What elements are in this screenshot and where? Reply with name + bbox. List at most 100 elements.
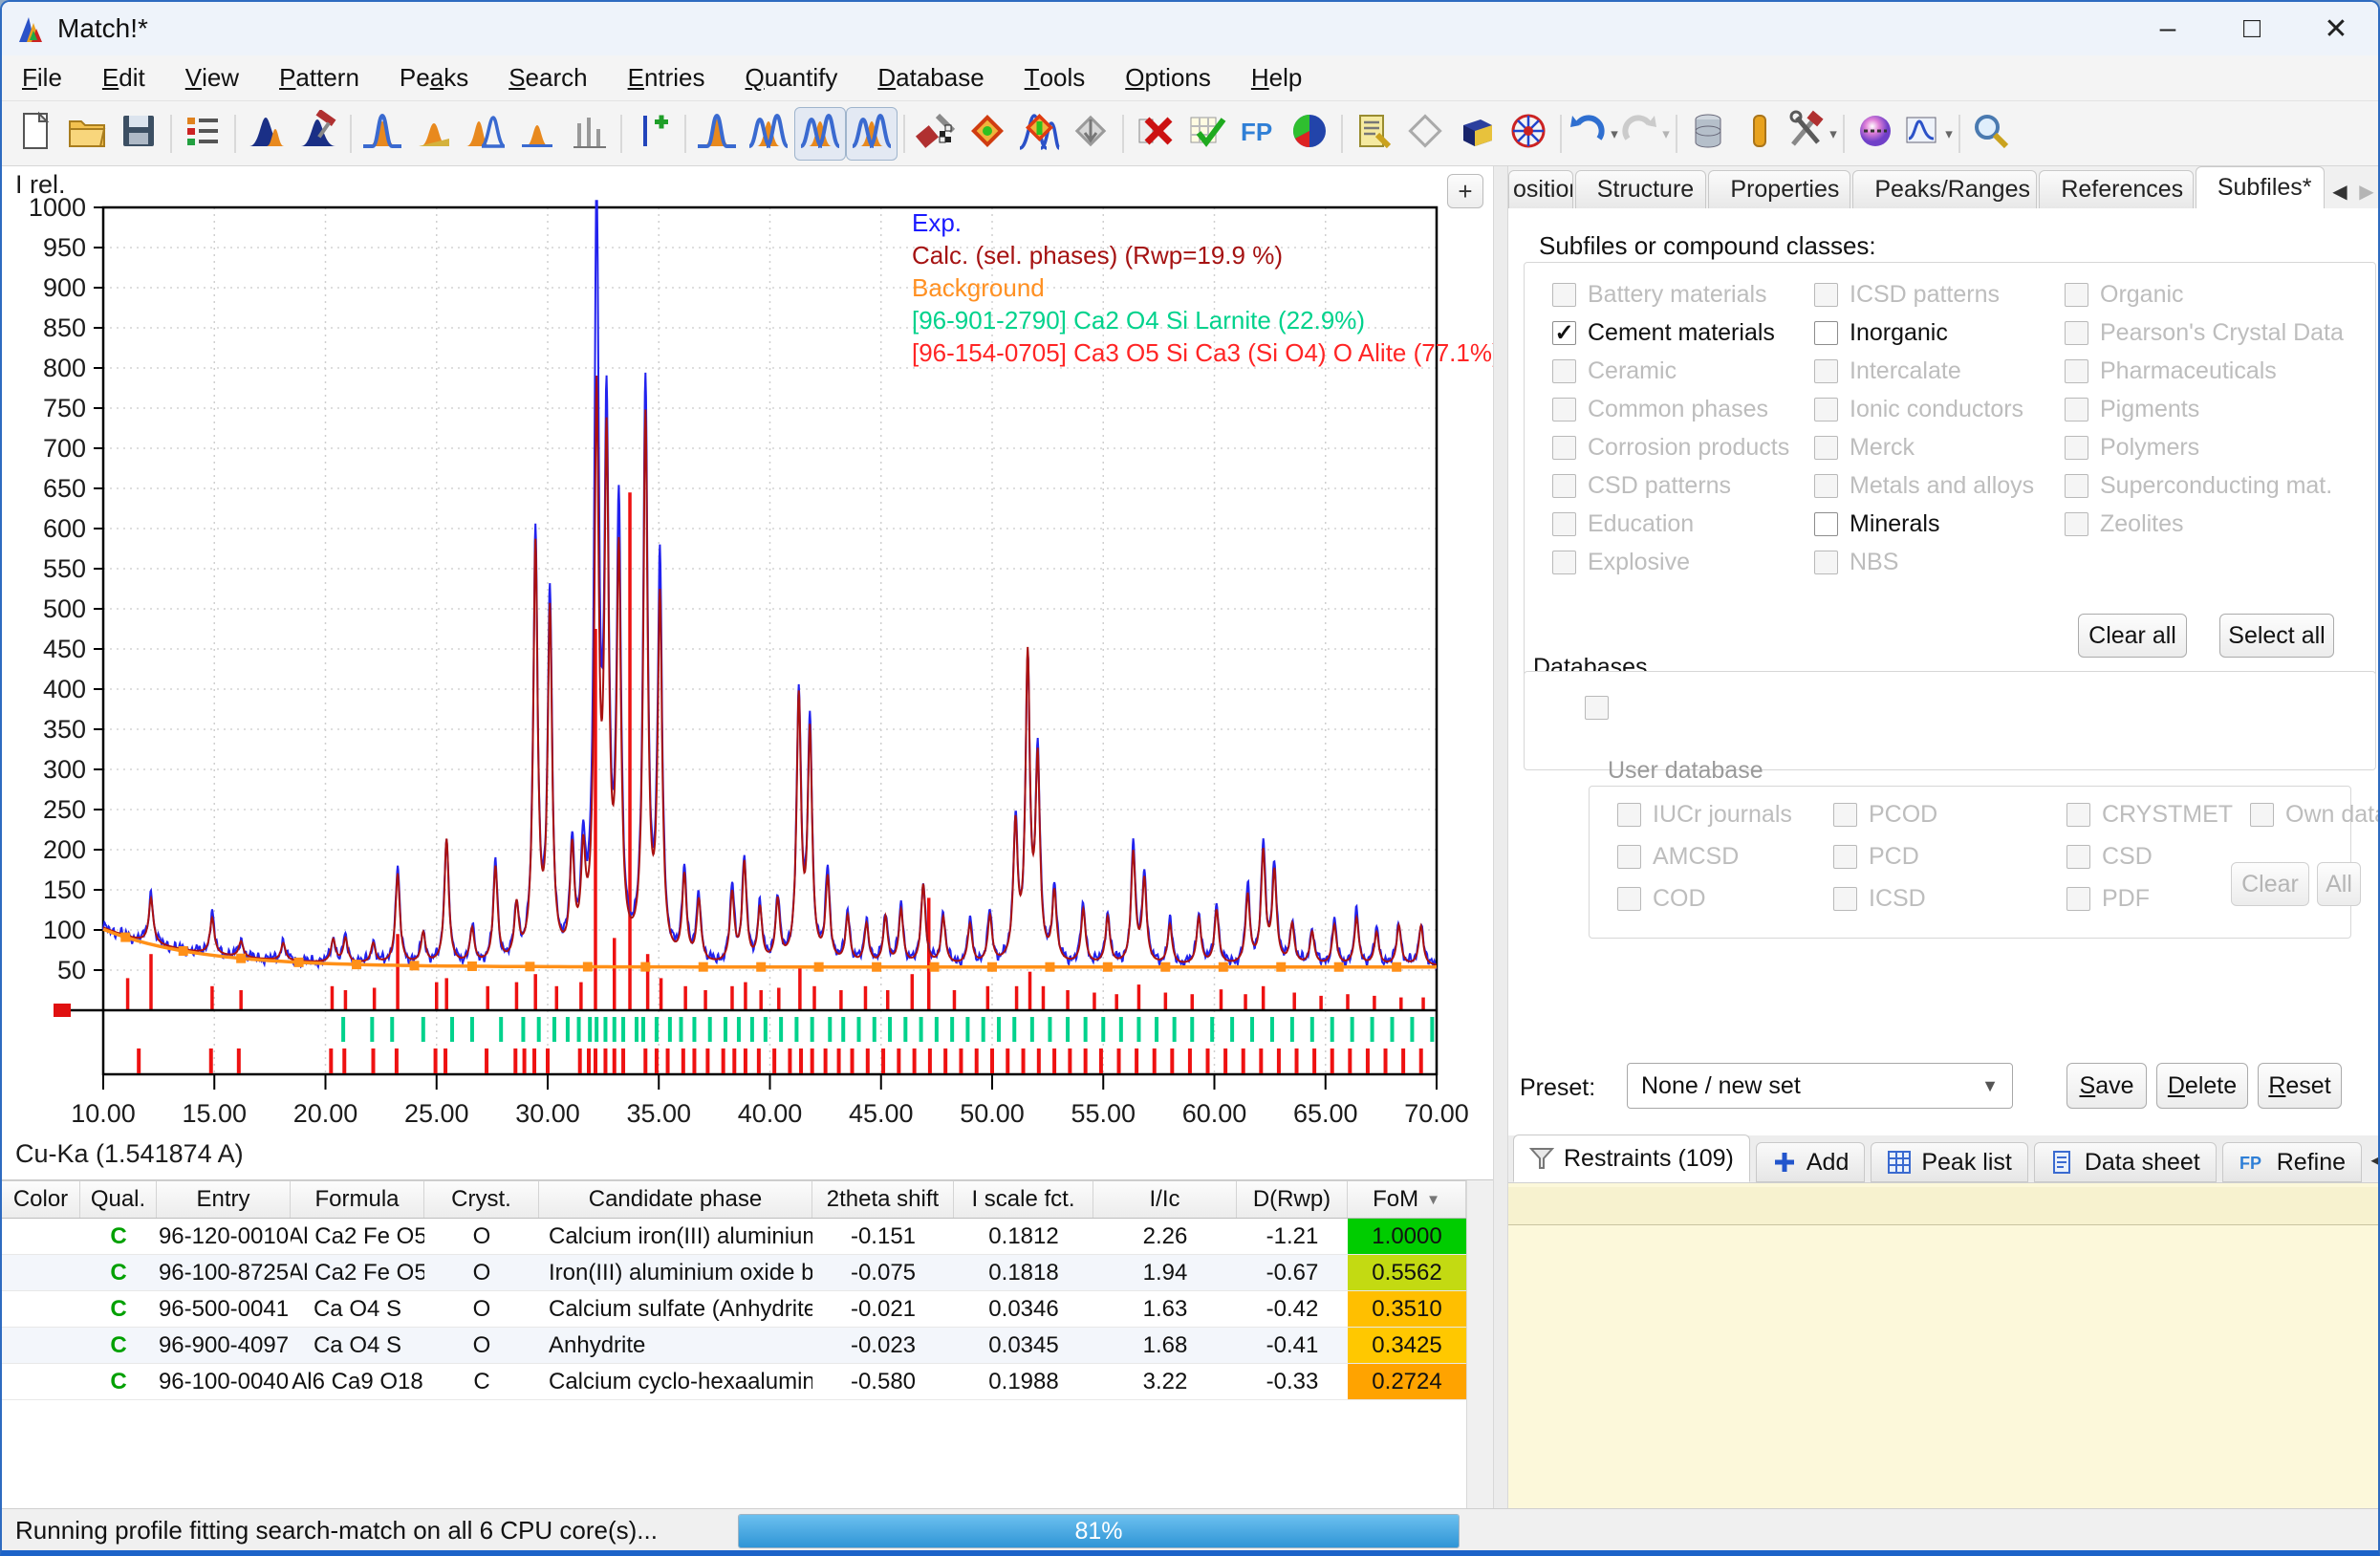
menu-quantify[interactable]: Quantify xyxy=(725,55,858,101)
quantify-pie-button[interactable] xyxy=(1284,107,1335,161)
save-button[interactable] xyxy=(113,107,164,161)
redo-button[interactable]: ▾ xyxy=(1618,107,1670,161)
candidate-row-96-500-0041[interactable]: C96-500-0041Ca O4 SOCalcium sulfate (Anh… xyxy=(2,1291,1466,1328)
checkbox-icon[interactable] xyxy=(1814,398,1838,421)
color-button[interactable] xyxy=(1850,107,1901,161)
bottom-tab-peak-list[interactable]: Peak list xyxy=(1871,1142,2027,1182)
subfile-checkbox-merck[interactable]: Merck xyxy=(1814,434,1915,462)
menu-view[interactable]: View xyxy=(165,55,259,101)
zoom-button[interactable] xyxy=(1965,107,2017,161)
menu-pattern[interactable]: Pattern xyxy=(259,55,379,101)
fit-selected-button[interactable] xyxy=(794,107,846,161)
subfile-checkbox-csd-patterns[interactable]: CSD patterns xyxy=(1552,472,1731,500)
user-db-checkbox-cod[interactable]: COD xyxy=(1617,885,1706,913)
user-db-checkbox-pcd[interactable]: PCD xyxy=(1833,843,1919,871)
candidate-row-96-120-0010[interactable]: C96-120-0010Al Ca2 Fe O5OCalcium iron(II… xyxy=(2,1219,1466,1255)
subfile-checkbox-pearson-s-crystal-data[interactable]: Pearson's Crystal Data xyxy=(2065,319,2344,347)
chevron-down-icon[interactable]: ▼ xyxy=(1981,1076,1999,1096)
structure-button[interactable] xyxy=(1503,107,1554,161)
checkbox-icon[interactable] xyxy=(1814,474,1838,498)
raw-data-button[interactable] xyxy=(241,107,292,161)
checkbox-icon[interactable] xyxy=(1814,512,1838,536)
tab-structure[interactable]: Structure xyxy=(1575,170,1707,208)
delete-button[interactable]: Delete xyxy=(2156,1063,2248,1109)
unit-cell-button[interactable] xyxy=(1451,107,1503,161)
diffraction-pattern-chart[interactable]: 5010015020025030035040045050055060065070… xyxy=(2,166,1493,1179)
subfile-checkbox-cement-materials[interactable]: ✓Cement materials xyxy=(1552,319,1775,347)
dropdown-arrow-icon[interactable]: ▾ xyxy=(1662,125,1670,142)
checkbox-icon[interactable] xyxy=(1552,474,1576,498)
peak-small-button[interactable] xyxy=(511,107,563,161)
checkbox-icon[interactable] xyxy=(2065,436,2088,460)
user-db-checkbox-pcod[interactable]: PCOD xyxy=(1833,801,1937,829)
checkbox-icon[interactable] xyxy=(1814,283,1838,307)
column-header-formula[interactable]: Formula xyxy=(291,1181,424,1218)
subfile-checkbox-zeolites[interactable]: Zeolites xyxy=(2065,510,2184,538)
user-db-checkbox-icsd[interactable]: ICSD xyxy=(1833,885,1926,913)
candidate-table-scrollbar[interactable] xyxy=(1466,1180,1493,1509)
profile-fitting-search-match-button[interactable] xyxy=(1013,107,1065,161)
menu-peaks[interactable]: Peaks xyxy=(379,55,488,101)
subfile-checkbox-organic[interactable]: Organic xyxy=(2065,281,2184,309)
candidate-row-96-100-0040[interactable]: C96-100-0040Al6 Ca9 O18CCalcium cyclo-he… xyxy=(2,1364,1466,1400)
add-peak-button[interactable] xyxy=(627,107,679,161)
subfile-checkbox-pigments[interactable]: Pigments xyxy=(2065,396,2199,423)
column-header-i-scale-fct-[interactable]: I scale fct. xyxy=(954,1181,1093,1218)
menu-file[interactable]: File xyxy=(2,55,82,101)
dropdown-arrow-icon[interactable]: ▾ xyxy=(1829,125,1837,142)
checkbox-icon[interactable] xyxy=(1552,283,1576,307)
checkbox-icon[interactable] xyxy=(2065,359,2088,383)
dropdown-arrow-icon[interactable]: ▾ xyxy=(1945,125,1953,142)
column-header-i-ic[interactable]: I/Ic xyxy=(1093,1181,1237,1218)
menu-edit[interactable]: Edit xyxy=(82,55,165,101)
process-pattern-button[interactable] xyxy=(292,107,344,161)
subfile-checkbox-nbs[interactable]: NBS xyxy=(1814,549,1898,576)
subfile-checkbox-polymers[interactable]: Polymers xyxy=(2065,434,2199,462)
zoom-in-chart-button[interactable]: + xyxy=(1447,174,1483,208)
minimize-button[interactable]: – xyxy=(2126,2,2210,55)
user-db-checkbox-own-data[interactable]: Own data xyxy=(2250,801,2380,829)
user-db-checkbox-iucr-journals[interactable]: IUCr journals xyxy=(1617,801,1792,829)
search-match-options-button[interactable] xyxy=(910,107,962,161)
checkbox-icon[interactable] xyxy=(1552,398,1576,421)
subfile-checkbox-inorganic[interactable]: Inorganic xyxy=(1814,319,1948,347)
fom-criteria-button[interactable] xyxy=(1180,107,1232,161)
fit-all-button[interactable] xyxy=(846,107,898,161)
user-db-checkbox-amcsd[interactable]: AMCSD xyxy=(1617,843,1739,871)
menu-options[interactable]: Options xyxy=(1105,55,1231,101)
bottom-tab-left-icon[interactable]: ◀ xyxy=(2365,1142,2380,1177)
menu-entries[interactable]: Entries xyxy=(608,55,725,101)
save-button[interactable]: Save xyxy=(2066,1063,2147,1109)
bottom-tab-add[interactable]: Add xyxy=(1756,1142,1865,1182)
tab-properties[interactable]: Properties xyxy=(1708,170,1850,208)
bottom-tab-data-sheet[interactable]: Data sheet xyxy=(2034,1142,2217,1182)
report-button[interactable] xyxy=(1348,107,1399,161)
column-header-2theta-shift[interactable]: 2theta shift xyxy=(812,1181,954,1218)
subfile-checkbox-minerals[interactable]: Minerals xyxy=(1814,510,1939,538)
column-header-d-rwp-[interactable]: D(Rwp) xyxy=(1237,1181,1348,1218)
menu-database[interactable]: Database xyxy=(857,55,1004,101)
peak-fit-button[interactable] xyxy=(460,107,511,161)
pane-splitter[interactable] xyxy=(1493,166,1508,1508)
checkbox-icon[interactable] xyxy=(1552,512,1576,536)
checkbox-icon[interactable] xyxy=(1814,551,1838,574)
checkbox-icon[interactable] xyxy=(2065,321,2088,345)
user-db-clear-button[interactable]: Clear xyxy=(2231,862,2309,906)
restraints-button[interactable] xyxy=(1399,107,1451,161)
checkbox-icon[interactable] xyxy=(1552,551,1576,574)
open-file-button[interactable] xyxy=(61,107,113,161)
checkbox-icon[interactable] xyxy=(1814,436,1838,460)
close-button[interactable]: ✕ xyxy=(2294,2,2378,55)
checkbox-icon[interactable] xyxy=(2065,512,2088,536)
checkbox-icon[interactable] xyxy=(1814,321,1838,345)
database-button[interactable] xyxy=(1682,107,1734,161)
undo-button[interactable]: ▾ xyxy=(1567,107,1618,161)
subfile-checkbox-common-phases[interactable]: Common phases xyxy=(1552,396,1768,423)
user-db-checkbox-csd[interactable]: CSD xyxy=(2066,843,2153,871)
checkbox-icon[interactable] xyxy=(1552,359,1576,383)
pattern-options-button[interactable]: ▾ xyxy=(1901,107,1953,161)
user-db-all-button[interactable]: All xyxy=(2317,862,2361,906)
subfile-checkbox-pharmaceuticals[interactable]: Pharmaceuticals xyxy=(2065,357,2277,385)
peak-search-button[interactable] xyxy=(357,107,408,161)
column-header-cryst-[interactable]: Cryst. xyxy=(424,1181,539,1218)
